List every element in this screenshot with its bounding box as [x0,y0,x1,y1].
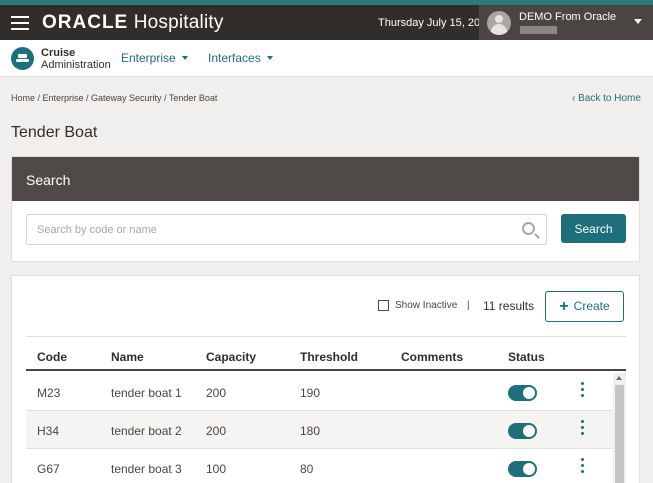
table-scrollbar[interactable] [613,373,626,483]
cell-code: M23 [37,386,61,400]
plus-icon: + [559,297,569,315]
search-panel: Search Search [11,156,640,262]
column-header-code[interactable]: Code [37,350,67,364]
cell-code: G67 [37,462,60,476]
cell-capacity: 200 [206,424,227,438]
chevron-down-icon [266,56,273,60]
avatar-icon [487,11,511,35]
current-date: Thursday July 15, 2021 [378,17,493,29]
nav-bar: Cruise Administration Enterprise Interfa… [0,40,653,77]
user-name: DEMO From Oracle [519,11,617,23]
breadcrumb[interactable]: Home / Enterprise / Gateway Security / T… [11,93,217,103]
search-icon[interactable] [522,222,535,235]
scroll-up-arrow-icon[interactable] [616,376,622,380]
table-row[interactable]: G67 tender boat 3 100 80 [26,449,613,483]
cell-capacity: 100 [206,462,227,476]
results-count: 11 results [483,299,535,313]
column-header-threshold[interactable]: Threshold [300,350,358,364]
show-inactive-checkbox[interactable] [378,300,389,311]
cruise-logo-icon [11,47,34,70]
search-field[interactable] [26,214,547,245]
status-toggle[interactable] [508,423,537,439]
column-header-comments[interactable]: Comments [401,350,463,364]
search-input[interactable] [37,222,507,238]
status-toggle[interactable] [508,385,537,401]
column-header-status[interactable]: Status [508,350,545,364]
create-button[interactable]: + Create [545,291,624,322]
column-header-name[interactable]: Name [111,350,144,364]
back-to-home-link[interactable]: ‹ Back to Home [572,93,641,104]
brand-product: Hospitality [133,12,224,33]
brand-oracle: ORACLE [42,12,129,33]
hamburger-menu-icon[interactable] [11,16,29,30]
cell-name: tender boat 1 [111,386,182,400]
chevron-down-icon [181,56,188,60]
cell-threshold: 190 [300,386,321,400]
search-button[interactable]: Search [561,214,626,243]
more-options-icon[interactable] [581,382,585,398]
show-inactive-label[interactable]: Show Inactive [395,300,457,311]
status-toggle[interactable] [508,461,537,477]
chevron-down-icon [634,19,642,24]
table-row[interactable]: H34 tender boat 2 200 180 [26,411,613,449]
cell-capacity: 200 [206,386,227,400]
cell-name: tender boat 3 [111,462,182,476]
more-options-icon[interactable] [581,420,585,436]
cell-threshold: 180 [300,424,321,438]
column-header-capacity[interactable]: Capacity [206,350,256,364]
app-name: Cruise Administration [41,47,111,71]
nav-item-enterprise[interactable]: Enterprise [121,51,188,65]
nav-item-interfaces[interactable]: Interfaces [208,51,273,65]
table-header: Code Name Capacity Threshold Comments St… [26,336,626,371]
table-row[interactable]: M23 tender boat 1 200 190 [26,373,613,411]
cell-code: H34 [37,424,60,438]
results-panel: Show Inactive | 11 results + Create Code … [11,275,640,483]
more-options-icon[interactable] [581,458,585,474]
top-bar: ORACLE Hospitality Thursday July 15, 202… [0,5,653,40]
brand-logo: ORACLE Hospitality [42,12,224,34]
cell-name: tender boat 2 [111,424,182,438]
scroll-thumb[interactable] [615,385,624,483]
chevron-left-icon: ‹ [572,93,576,104]
cell-threshold: 80 [300,462,314,476]
user-subtitle-redacted [520,26,557,34]
search-panel-header: Search [12,157,639,201]
page-title: Tender Boat [11,124,98,141]
user-menu[interactable]: DEMO From Oracle [479,5,653,40]
separator: | [467,300,470,311]
